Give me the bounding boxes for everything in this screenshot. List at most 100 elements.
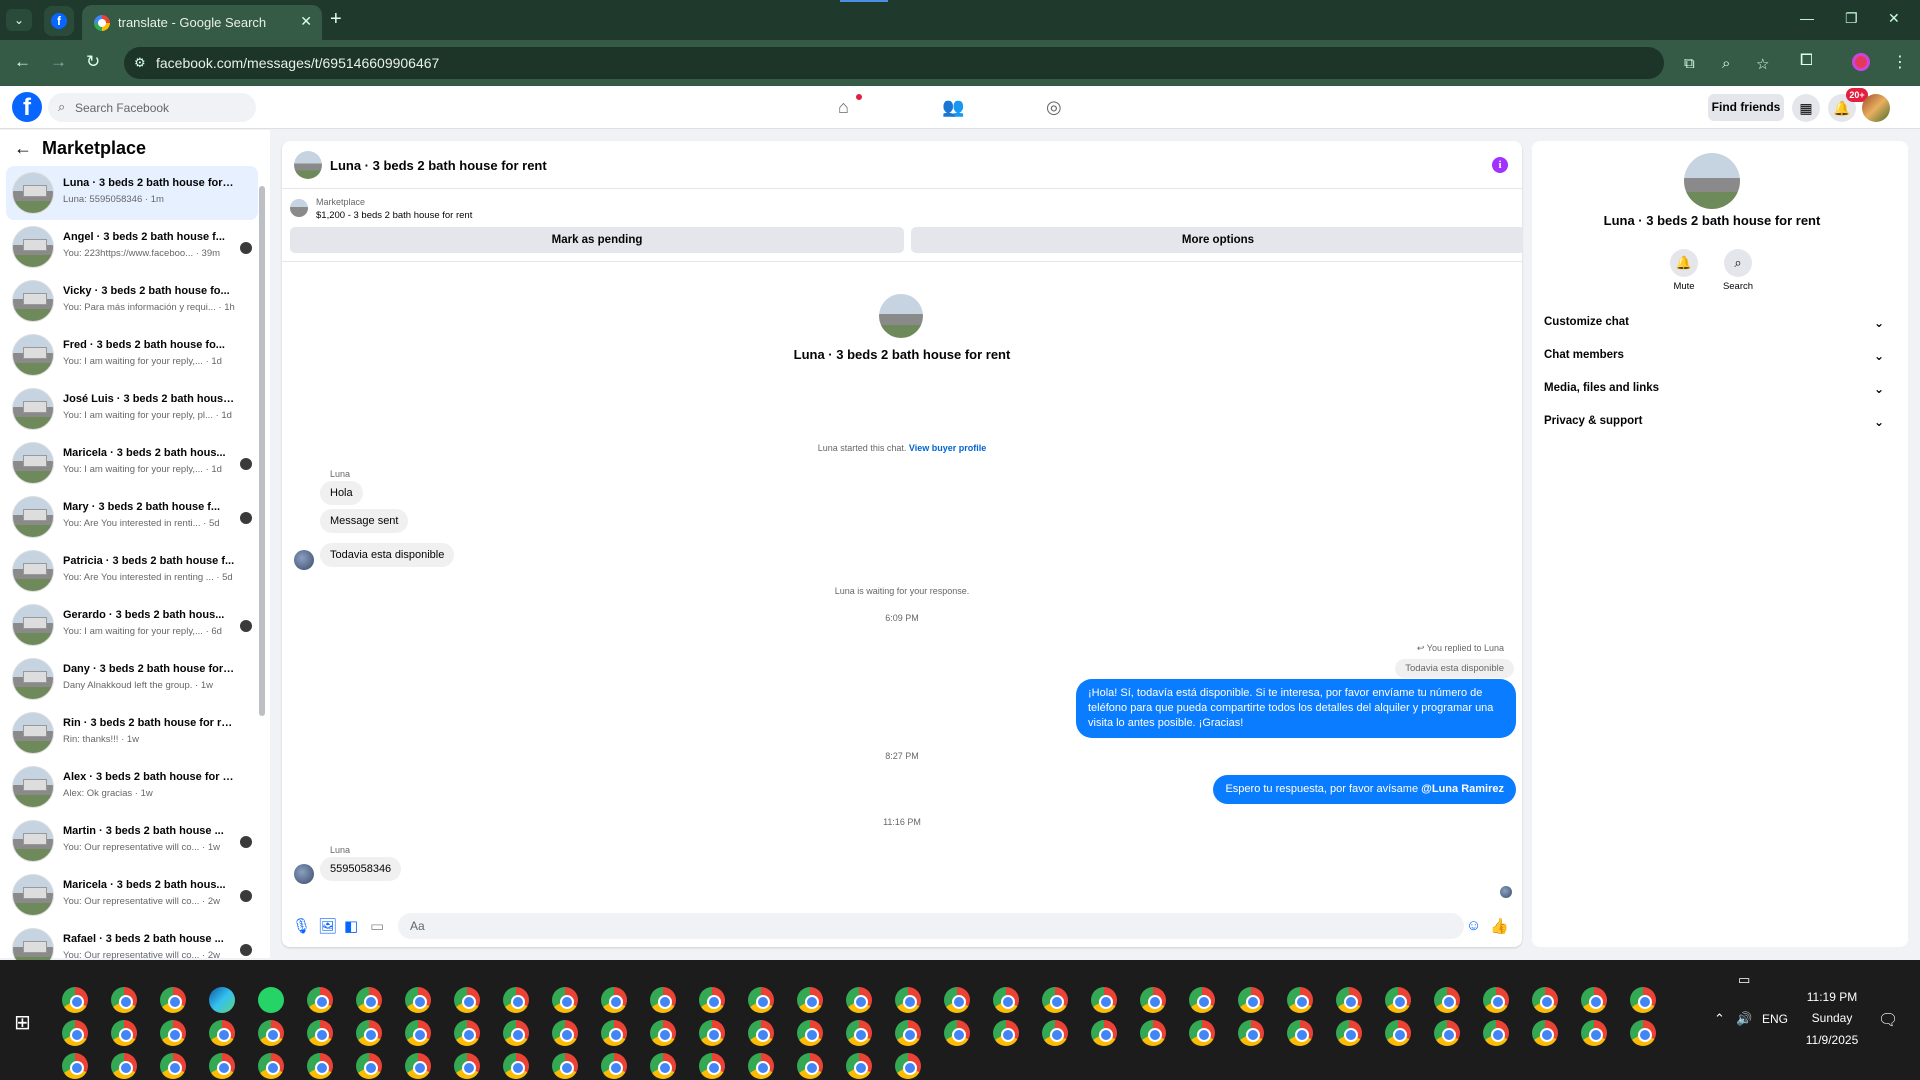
chrome-app-icon[interactable] — [356, 1020, 382, 1046]
gif-icon[interactable]: ▭ — [370, 917, 384, 935]
chrome-app-icon[interactable] — [307, 1053, 333, 1079]
chrome-app-icon[interactable] — [1140, 987, 1166, 1013]
chrome-app-icon[interactable] — [797, 987, 823, 1013]
facebook-logo[interactable]: f — [12, 92, 42, 122]
clock-time[interactable]: 11:19 PM — [1804, 990, 1860, 1004]
sidebar-scrollbar[interactable] — [258, 170, 266, 950]
conversation-item[interactable]: Maricela · 3 beds 2 bath hous... You: Our… — [6, 868, 258, 922]
media-files-links-row[interactable]: Media, files and links ⌄ — [1544, 382, 1884, 406]
new-tab-icon[interactable]: + — [330, 8, 342, 31]
chrome-app-icon[interactable] — [650, 987, 676, 1013]
conversation-item[interactable]: Alex · 3 beds 2 bath house for r... Alex:… — [6, 760, 258, 814]
message-bubble-outgoing[interactable]: Espero tu respuesta, por favor avísame @… — [1213, 775, 1516, 804]
sticker-icon[interactable]: ◧ — [344, 917, 358, 935]
site-info-icon[interactable]: ⚙ — [134, 55, 150, 71]
conversation-item[interactable]: José Luis · 3 beds 2 bath house ... You: … — [6, 382, 258, 436]
chrome-app-icon[interactable] — [209, 1020, 235, 1046]
chrome-app-icon[interactable] — [601, 987, 627, 1013]
chrome-app-icon[interactable] — [552, 1053, 578, 1079]
message-bubble-incoming[interactable]: Todavia esta disponible — [320, 543, 455, 567]
conversation-item[interactable]: Dany · 3 beds 2 bath house for ... Dany A… — [6, 652, 258, 706]
groups-icon[interactable]: ◎ — [1046, 97, 1062, 118]
back-icon[interactable]: ← — [14, 52, 31, 72]
chrome-app-icon[interactable] — [650, 1053, 676, 1079]
chrome-app-icon[interactable] — [1287, 1020, 1313, 1046]
facebook-search[interactable]: ⌕ Search Facebook — [48, 93, 256, 122]
chrome-app-icon[interactable] — [748, 987, 774, 1013]
sender-avatar[interactable] — [294, 864, 314, 884]
chrome-app-icon[interactable] — [1532, 1020, 1558, 1046]
chat-title[interactable]: Luna · 3 beds 2 bath house for rent — [330, 158, 547, 173]
chrome-app-icon[interactable] — [797, 1020, 823, 1046]
chrome-app-icon[interactable] — [1287, 987, 1313, 1013]
chrome-app-icon[interactable] — [1434, 1020, 1460, 1046]
bookmark-star-icon[interactable]: ☆ — [1756, 55, 1769, 73]
chrome-app-icon[interactable] — [1189, 1020, 1215, 1046]
chrome-app-icon[interactable] — [1336, 987, 1362, 1013]
like-thumb-icon[interactable]: 👍 — [1490, 917, 1509, 935]
chat-members-row[interactable]: Chat members ⌄ — [1544, 349, 1884, 373]
find-friends-button[interactable]: Find friends — [1708, 94, 1784, 121]
chrome-app-icon[interactable] — [258, 1020, 284, 1046]
microphone-icon[interactable]: 🎙 — [292, 917, 311, 935]
minimize-icon[interactable]: — — [1800, 10, 1814, 26]
chrome-app-icon[interactable] — [1189, 987, 1215, 1013]
chrome-app-icon[interactable] — [503, 1020, 529, 1046]
chrome-app-icon[interactable] — [405, 1053, 431, 1079]
message-bubble-incoming[interactable]: 5595058346 — [320, 857, 402, 881]
chrome-app-icon[interactable] — [1630, 987, 1656, 1013]
profile-icon[interactable] — [1852, 53, 1870, 71]
chrome-app-icon[interactable] — [944, 1020, 970, 1046]
install-app-icon[interactable]: ⧉ — [1684, 55, 1695, 72]
mention-tag[interactable]: @Luna Ramirez — [1421, 783, 1504, 795]
chrome-app-icon[interactable] — [160, 987, 186, 1013]
zoom-icon[interactable]: ⌕ — [1722, 55, 1730, 72]
message-bubble-outgoing[interactable]: ¡Hola! Sí, todavía está disponible. Si t… — [1076, 679, 1516, 738]
browser-menu-icon[interactable]: ⋮ — [1892, 52, 1908, 72]
address-bar[interactable]: ⚙ facebook.com/messages/t/69514660990646… — [124, 47, 1769, 79]
chat-thumbnail[interactable] — [294, 151, 322, 179]
chrome-app-icon[interactable] — [1091, 987, 1117, 1013]
chrome-app-icon[interactable] — [797, 1053, 823, 1079]
reload-icon[interactable]: ↻ — [86, 52, 100, 72]
chrome-app-icon[interactable] — [699, 1020, 725, 1046]
chrome-app-icon[interactable] — [650, 1020, 676, 1046]
chrome-app-icon[interactable] — [356, 1053, 382, 1079]
conversation-item[interactable]: Vicky · 3 beds 2 bath house fo... You: Pa… — [6, 274, 258, 328]
close-window-icon[interactable]: ✕ — [1888, 10, 1900, 27]
chrome-app-icon[interactable] — [503, 1053, 529, 1079]
chrome-app-icon[interactable] — [993, 1020, 1019, 1046]
privacy-support-row[interactable]: Privacy & support ⌄ — [1544, 415, 1884, 439]
friends-icon[interactable]: 👥 — [942, 97, 964, 118]
conversation-item[interactable]: Patricia · 3 beds 2 bath house f... You: … — [6, 544, 258, 598]
menu-grid-icon[interactable]: ▦ — [1792, 94, 1820, 122]
chrome-app-icon[interactable] — [454, 1020, 480, 1046]
close-tab-icon[interactable]: ✕ — [300, 13, 312, 30]
message-bubble-incoming[interactable]: Hola — [320, 481, 363, 505]
chrome-app-icon[interactable] — [307, 1020, 333, 1046]
quoted-message[interactable]: Todavia esta disponible — [1395, 659, 1514, 678]
chrome-app-icon[interactable] — [209, 1053, 235, 1079]
chrome-app-icon[interactable] — [405, 987, 431, 1013]
chrome-app-icon[interactable] — [1581, 987, 1607, 1013]
chrome-app-icon[interactable] — [356, 987, 382, 1013]
chrome-app-icon[interactable] — [62, 987, 88, 1013]
chrome-app-icon[interactable] — [748, 1020, 774, 1046]
forward-icon[interactable]: → — [50, 52, 67, 72]
chrome-app-icon[interactable] — [1483, 1020, 1509, 1046]
chrome-app-icon[interactable] — [552, 1020, 578, 1046]
tab-search-button[interactable]: ⌄ — [6, 9, 32, 31]
mark-pending-button[interactable]: Mark as pending — [290, 227, 904, 253]
tab-facebook[interactable]: f — [44, 6, 74, 36]
chrome-app-icon[interactable] — [1385, 1020, 1411, 1046]
chrome-app-icon[interactable] — [503, 987, 529, 1013]
photo-icon[interactable]: 🖼 — [318, 917, 337, 935]
tray-chevron-icon[interactable]: ⌃ — [1714, 1011, 1725, 1027]
chrome-app-icon[interactable] — [258, 1053, 284, 1079]
clock-date[interactable]: 11/9/2025 — [1800, 1033, 1864, 1047]
chrome-app-icon[interactable] — [748, 1053, 774, 1079]
chrome-app-icon[interactable] — [160, 1020, 186, 1046]
chrome-app-icon[interactable] — [1091, 1020, 1117, 1046]
sender-avatar[interactable] — [294, 550, 314, 570]
chrome-app-icon[interactable] — [111, 1020, 137, 1046]
